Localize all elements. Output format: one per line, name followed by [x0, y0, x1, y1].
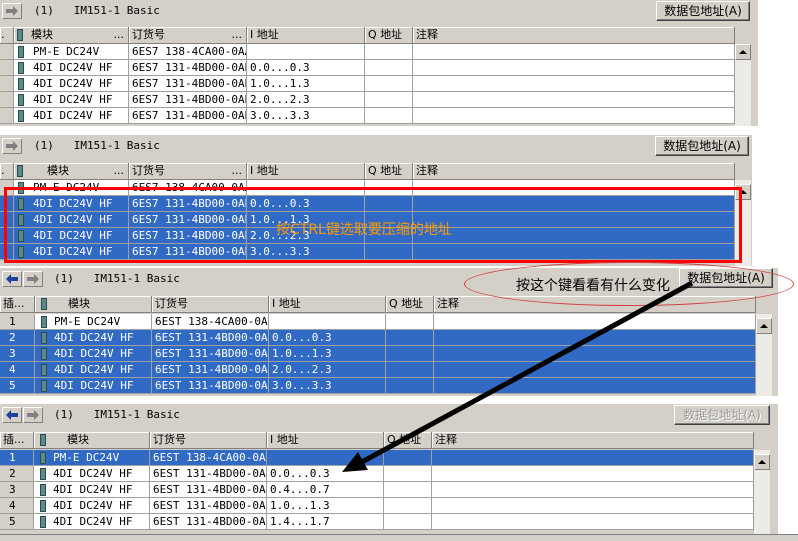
callout-arrow [342, 280, 694, 472]
